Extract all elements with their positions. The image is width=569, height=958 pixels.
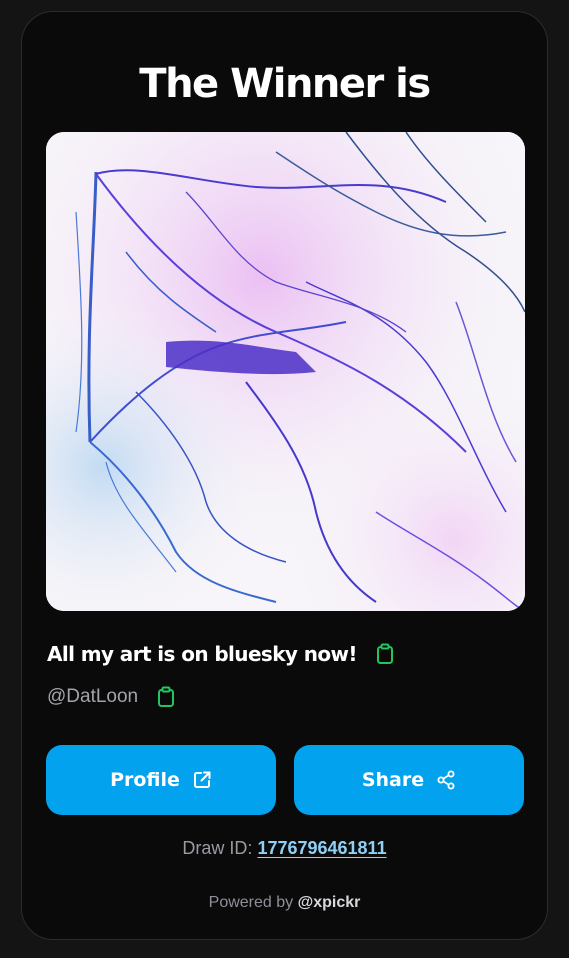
winner-post-text: All my art is on bluesky now! [47,642,358,666]
profile-button[interactable]: Profile [46,745,276,815]
share-button-label: Share [361,769,425,791]
draw-id-link[interactable]: 1776796461811 [257,838,386,858]
profile-button-label: Profile [110,769,180,791]
draw-id-row: Draw ID: 1776796461811 [22,838,547,859]
powered-by-label: Powered by [208,894,294,911]
clipboard-icon[interactable] [156,686,176,708]
winner-artwork-image [46,132,525,611]
winner-handle: @DatLoon [47,686,139,707]
post-text-row: All my art is on bluesky now! [47,642,395,666]
external-link-icon [193,771,211,788]
draw-id-label: Draw ID: [182,838,253,858]
winner-card: The Winner is All my art is on bluesky n… [21,11,548,940]
clipboard-icon[interactable] [375,643,395,665]
share-button[interactable]: Share [294,745,524,815]
winner-handle-row: @DatLoon [47,686,176,708]
powered-by-brand-link[interactable]: @xpickr [298,894,361,911]
share-nodes-icon [437,770,455,790]
page-title: The Winner is [139,61,431,107]
powered-by-footer: Powered by @xpickr [22,894,547,912]
